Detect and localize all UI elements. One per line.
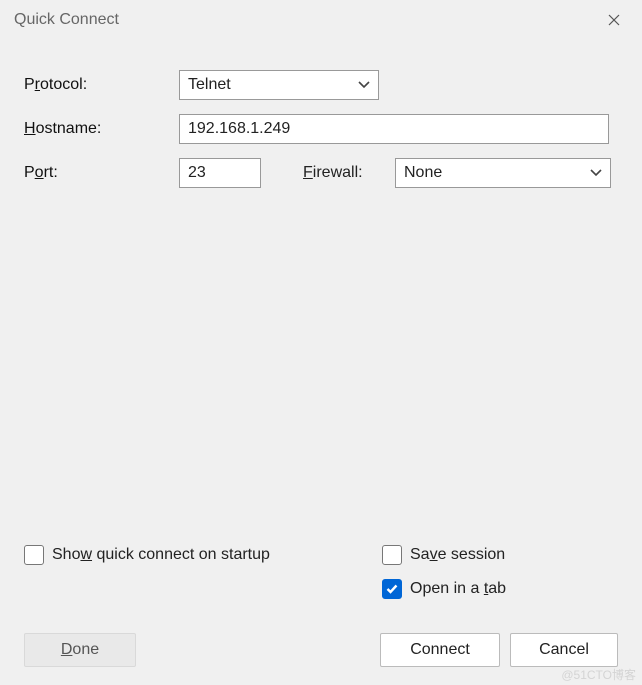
port-input[interactable]: 23: [179, 158, 261, 188]
protocol-row: Protocol: Telnet: [24, 70, 618, 100]
protocol-value: Telnet: [188, 76, 231, 94]
port-firewall-row: Port: 23 Firewall: None: [24, 158, 618, 188]
show-on-startup-label: Show quick connect on startup: [52, 546, 270, 564]
watermark: @51CTO博客: [561, 666, 636, 683]
chevron-down-icon: [590, 164, 602, 182]
checkbox-checked-icon: [382, 579, 402, 599]
spacer: [136, 633, 380, 667]
checkbox-unchecked-icon: [24, 545, 44, 565]
hostname-input[interactable]: 192.168.1.249: [179, 114, 609, 144]
chevron-down-icon: [358, 76, 370, 94]
save-session-label: Save session: [410, 546, 505, 564]
close-button[interactable]: [596, 6, 632, 34]
protocol-dropdown[interactable]: Telnet: [179, 70, 379, 100]
titlebar: Quick Connect: [0, 0, 642, 42]
protocol-label: Protocol:: [24, 76, 179, 94]
hostname-value: 192.168.1.249: [188, 120, 290, 138]
done-button[interactable]: Done: [24, 633, 136, 667]
dialog-title: Quick Connect: [14, 11, 119, 29]
port-label: Port:: [24, 164, 179, 182]
cancel-button[interactable]: Cancel: [510, 633, 618, 667]
checkbox-area: Show quick connect on startup Save sessi…: [24, 545, 618, 613]
open-in-tab-label: Open in a tab: [410, 580, 506, 598]
form-area: Protocol: Telnet Hostname: 192.168.1.249…: [0, 42, 642, 188]
hostname-row: Hostname: 192.168.1.249: [24, 114, 618, 144]
save-session-checkbox[interactable]: Save session: [382, 545, 618, 565]
hostname-label: Hostname:: [24, 120, 179, 138]
show-on-startup-checkbox[interactable]: Show quick connect on startup: [24, 545, 382, 565]
connect-button[interactable]: Connect: [380, 633, 500, 667]
close-icon: [607, 13, 621, 27]
quick-connect-dialog: Quick Connect Protocol: Telnet Hostname:…: [0, 0, 642, 685]
checkbox-unchecked-icon: [382, 545, 402, 565]
firewall-label: Firewall:: [303, 164, 395, 182]
port-value: 23: [188, 164, 206, 182]
button-bar: Done Connect Cancel: [24, 633, 618, 667]
firewall-dropdown[interactable]: None: [395, 158, 611, 188]
open-in-tab-checkbox[interactable]: Open in a tab: [382, 579, 618, 599]
firewall-value: None: [404, 164, 442, 182]
